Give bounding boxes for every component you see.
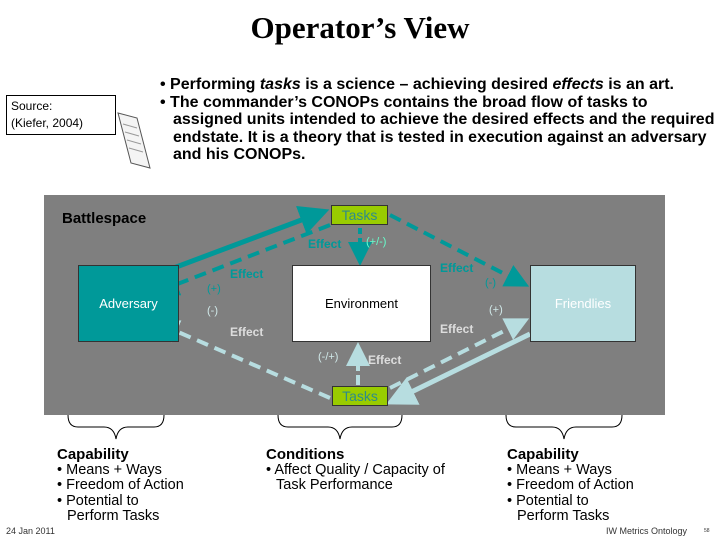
effect-label: Effect bbox=[230, 267, 264, 281]
plus-label: (+) bbox=[207, 283, 221, 295]
adversary-box: Adversary bbox=[78, 265, 179, 342]
column-heading: Capability bbox=[57, 446, 129, 463]
battlespace-label: Battlespace bbox=[62, 210, 147, 227]
environment-box: Environment bbox=[292, 265, 431, 342]
column-heading: Capability bbox=[507, 446, 579, 463]
column-capability-adversary: Capability • Means + Ways • Freedom of A… bbox=[57, 447, 184, 525]
effect-label: Effect bbox=[440, 322, 474, 336]
tasks-top-box: Tasks bbox=[331, 205, 388, 225]
column-conditions: Conditions • Affect Quality / Capacity o… bbox=[266, 447, 466, 494]
column-item: • Potential to Perform Tasks bbox=[507, 492, 610, 524]
arrow-friendlies-to-tasks bbox=[386, 331, 532, 405]
footer-date: 24 Jan 2011 bbox=[6, 526, 55, 536]
column-item: • Freedom of Action bbox=[57, 477, 184, 493]
column-item: • Affect Quality / Capacity of Task Perf… bbox=[266, 461, 445, 493]
plus-minus-label: (+/-) bbox=[366, 236, 387, 248]
braces bbox=[67, 414, 623, 440]
minus-label: (-) bbox=[485, 277, 496, 289]
column-capability-friendlies: Capability • Means + Ways • Freedom of A… bbox=[507, 447, 634, 525]
column-heading: Conditions bbox=[266, 446, 345, 463]
minus-label: (-) bbox=[207, 305, 218, 317]
column-item: • Means + Ways bbox=[57, 461, 162, 478]
column-item: • Potential to Perform Tasks bbox=[57, 492, 160, 524]
footer-org: IW Metrics Ontology bbox=[606, 526, 688, 536]
column-item: • Means + Ways bbox=[507, 461, 612, 478]
page-number: 58 bbox=[704, 528, 710, 534]
effect-label: Effect bbox=[308, 237, 342, 251]
tasks-bottom-box: Tasks bbox=[332, 386, 388, 406]
effect-label: Effect bbox=[368, 353, 402, 367]
column-item: • Freedom of Action bbox=[507, 477, 634, 493]
minus-plus-label: (-/+) bbox=[318, 351, 339, 363]
plus-label: (+) bbox=[489, 304, 503, 316]
effect-label: Effect bbox=[440, 261, 474, 275]
effect-label: Effect bbox=[230, 325, 264, 339]
friendlies-box: Friendlies bbox=[530, 265, 636, 342]
